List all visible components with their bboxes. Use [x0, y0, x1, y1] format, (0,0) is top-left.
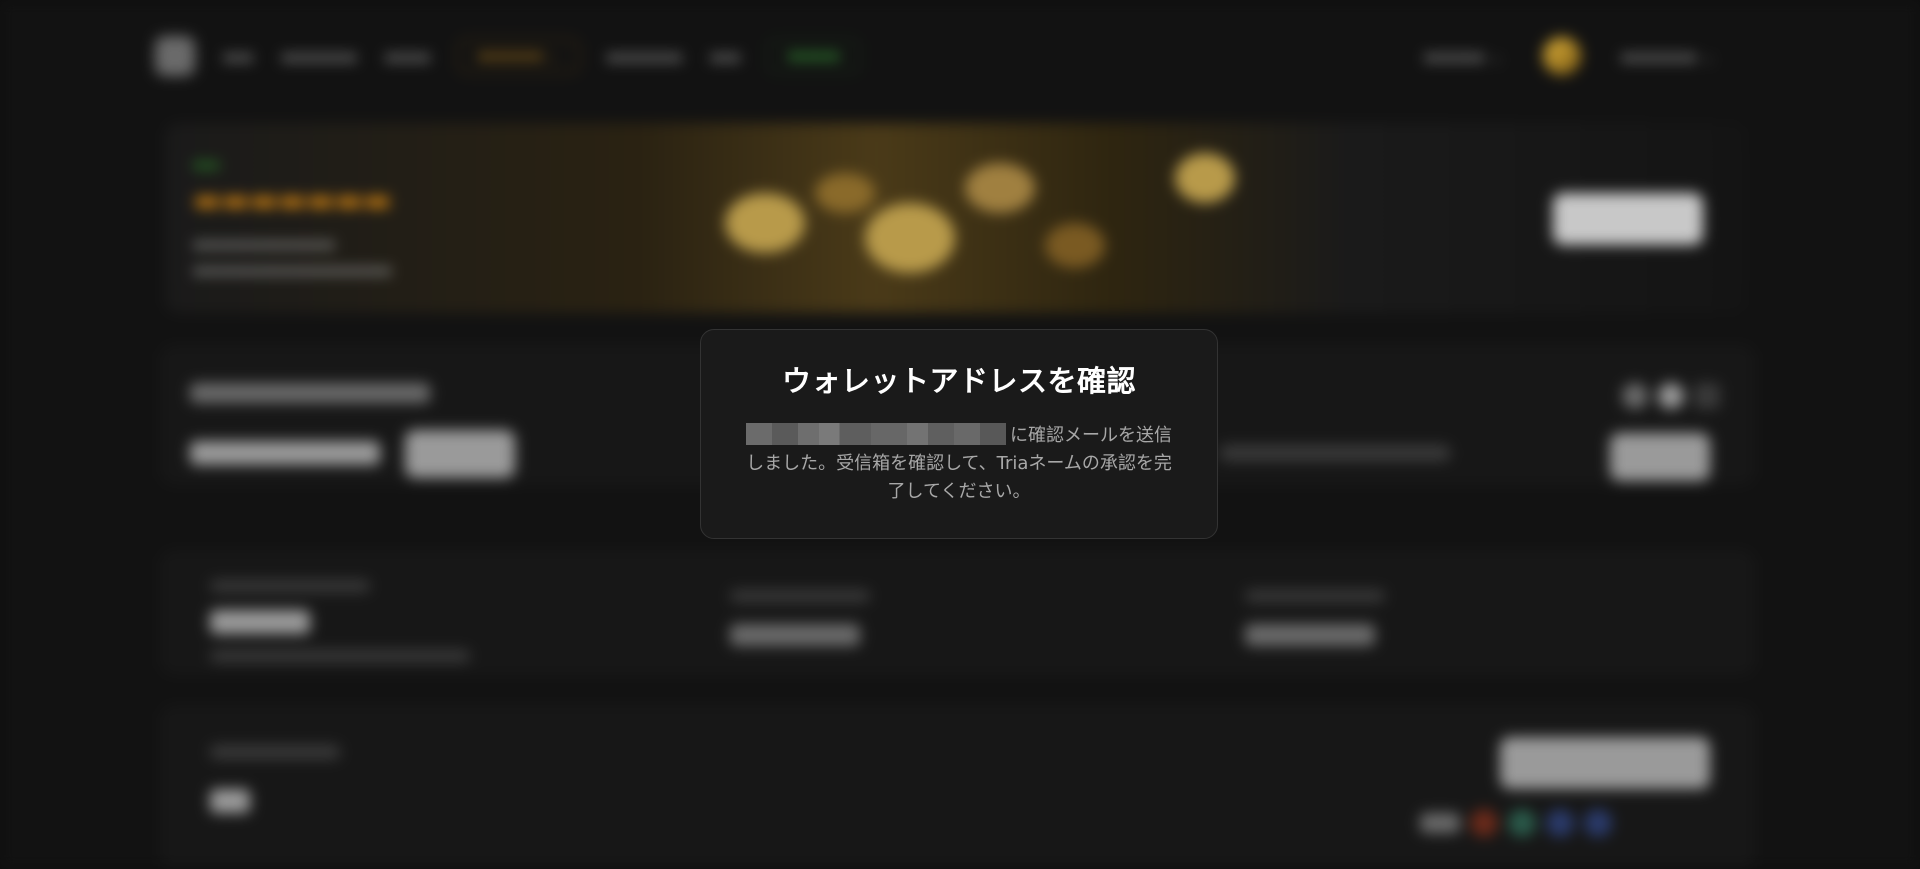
banner-subtitle: ▬▬▬▬▬▬▬▬▬▬: [193, 235, 335, 253]
nav-pill: ▬▬▬▬: [768, 39, 860, 73]
modal-message: に確認メールを送信しました。受信箱を確認して、Triaネームの承認を完了してくだ…: [739, 422, 1179, 506]
banner-subtitle: ▬▬▬▬▬▬▬▬▬▬▬▬▬▬: [193, 261, 392, 279]
nav-item: ▬▬▬▬▬: [281, 46, 357, 66]
modal-title: ウォレットアドレスを確認: [781, 364, 1136, 398]
promo-banner: ▬▬ ▬▬▬▬▬▬▬ ▬▬▬▬▬▬▬▬▬▬ ▬▬▬▬▬▬▬▬▬▬▬▬▬▬: [165, 123, 1745, 313]
nav-item: ▬▬▬▬▬ ⌄: [1620, 46, 1715, 66]
avatar: [1542, 37, 1581, 75]
nav-item: ▬▬▬▬▬: [606, 46, 683, 66]
banner-button: [1553, 193, 1703, 245]
top-nav: ▬▬ ▬▬▬▬▬ ▬▬▬ ▬▬▬▬▬ ⌄ ▬▬▬▬▬ ▬▬ ▬▬▬▬ ▬▬▬▬ …: [155, 30, 1715, 82]
confirm-wallet-modal: ウォレットアドレスを確認 に確認メールを送信しました。受信箱を確認して、Tria…: [700, 329, 1218, 539]
purchase-card: [160, 705, 1755, 869]
redacted-email: [746, 423, 1006, 445]
nav-item: ▬▬: [710, 46, 741, 66]
app-logo: [155, 36, 195, 76]
nav-item: ▬▬▬▬ ⌄: [1423, 46, 1503, 66]
nav-item: ▬▬▬: [384, 46, 431, 66]
nav-item: ▬▬: [223, 46, 254, 66]
banner-title: ▬▬▬▬▬▬▬: [193, 183, 392, 218]
nav-pill: ▬▬▬▬▬ ⌄: [458, 39, 579, 73]
banner-tag: ▬▬: [193, 157, 220, 173]
tier-card: [160, 550, 1755, 675]
